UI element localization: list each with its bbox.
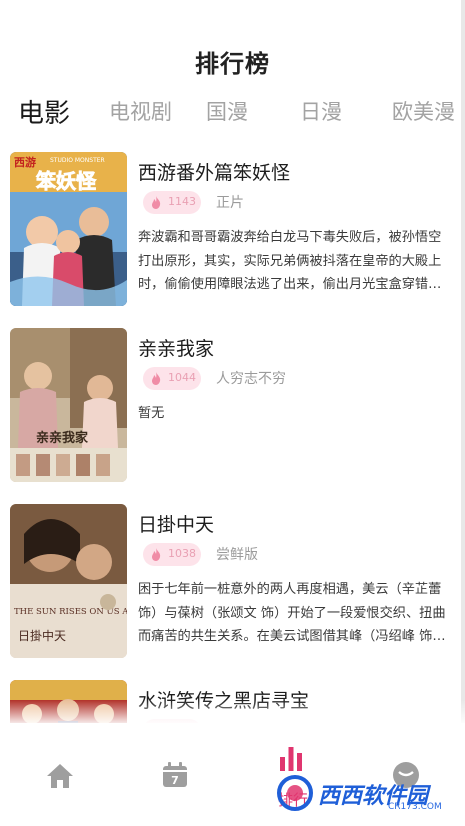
category-tabs: 电影 电视剧 国漫 日漫 欧美漫 [0, 96, 465, 130]
movie-title[interactable]: 日掛中天 [138, 510, 214, 537]
heat-badge: 1143 [143, 191, 201, 214]
flame-icon [152, 372, 161, 385]
watermark-url: CR173.COM [388, 802, 442, 812]
heat-badge: 1044 [143, 367, 201, 390]
list-item[interactable]: THE SUN RISES ON US ALL 日掛中天 日掛中天 1038 尝… [0, 502, 465, 662]
tab-japanese-anime[interactable]: 日漫 [300, 96, 342, 126]
heat-count: 1038 [168, 547, 196, 560]
watermark-logo-icon [277, 775, 313, 811]
nav-calendar[interactable]: 7 [145, 723, 205, 826]
poster-text: 西游 [14, 155, 36, 169]
flame-icon [152, 196, 161, 209]
list-item[interactable]: 西游 笨妖怪 STUDIO MONSTER 西游番外篇笨妖怪 1143 正片 奔… [0, 150, 465, 310]
heat-count: 1143 [168, 195, 196, 208]
tab-tv-series[interactable]: 电视剧 [109, 96, 172, 126]
movie-description: 奔波霸和哥哥霸波奔给白龙马下毒失败后，被孙悟空打出原形，其实，实际兄弟俩被抖落在… [138, 230, 442, 292]
site-watermark: 西西软件园 CR173.COM [268, 772, 444, 814]
movie-poster[interactable]: 亲亲我家 [10, 328, 127, 482]
calendar-day: 7 [171, 774, 179, 787]
ranking-list: 西游 笨妖怪 STUDIO MONSTER 西游番外篇笨妖怪 1143 正片 奔… [0, 150, 465, 723]
poster-text: 亲亲我家 [36, 430, 89, 446]
bar-chart-icon [280, 747, 302, 771]
movie-poster[interactable]: THE SUN RISES ON US ALL 日掛中天 [10, 504, 127, 658]
page-title: 排行榜 [195, 50, 270, 78]
nav-home[interactable] [30, 723, 90, 826]
list-item[interactable]: 亲亲我家 亲亲我家 1044 人穷志不穷 暂无 [0, 326, 465, 486]
tab-western-anime[interactable]: 欧美漫 [392, 96, 455, 126]
calendar-icon: 7 [163, 762, 187, 787]
tab-movie[interactable]: 电影 [18, 93, 70, 130]
heat-count: 1044 [168, 371, 196, 384]
movie-title[interactable]: 亲亲我家 [138, 334, 214, 361]
flame-icon [152, 548, 161, 561]
poster-text: 笨妖怪 [36, 169, 97, 193]
version-tag: 正片 [216, 195, 244, 211]
movie-description: 困于七年前一桩意外的两人再度相遇，美云（辛芷蕾 饰）与葆树（张颂文 饰）开始了一… [138, 582, 446, 644]
movie-title[interactable]: 西游番外篇笨妖怪 [138, 158, 290, 185]
poster-text: 日掛中天 [18, 628, 66, 643]
movie-poster[interactable]: 西游 笨妖怪 STUDIO MONSTER [10, 152, 127, 306]
poster-text: STUDIO MONSTER [50, 157, 105, 164]
heat-badge: 1038 [143, 543, 201, 566]
tab-chinese-anime[interactable]: 国漫 [206, 96, 248, 126]
home-icon [47, 764, 73, 788]
movie-description: 暂无 [138, 406, 165, 421]
version-tag: 尝鲜版 [216, 547, 258, 563]
version-tag: 人穷志不穷 [216, 371, 286, 387]
